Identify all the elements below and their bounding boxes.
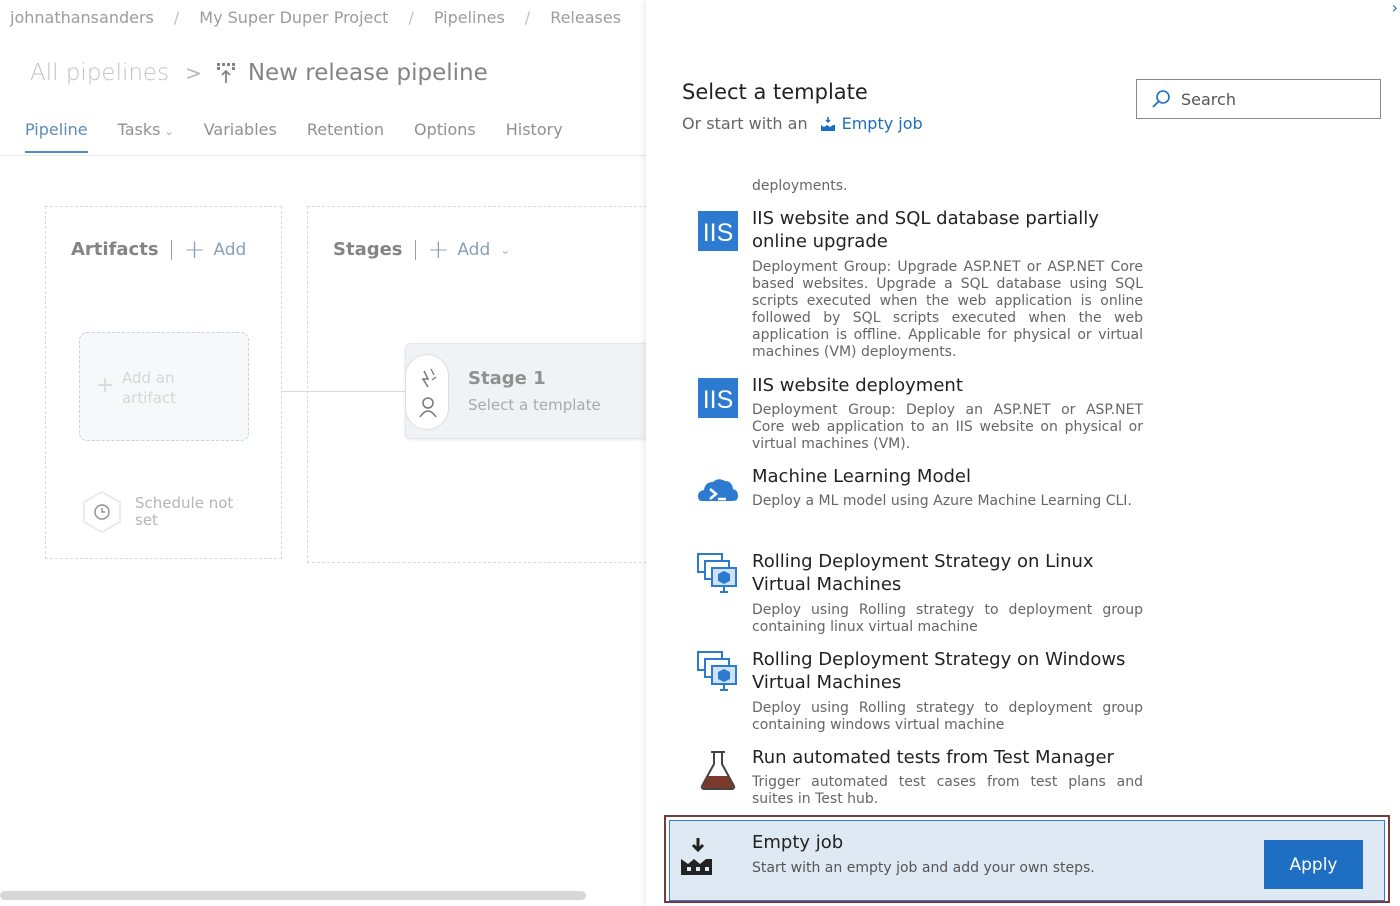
template-desc: Deploy using Rolling strategy to deploym… (752, 602, 1143, 635)
artifacts-title: Artifacts (71, 239, 159, 260)
add-artifact-label: Add an artifact (122, 369, 177, 407)
chevron-right-icon: > (185, 61, 202, 85)
plus-icon: + (427, 234, 450, 265)
divider (170, 239, 172, 260)
schedule-trigger[interactable]: Schedule not set (81, 490, 245, 534)
release-pipeline-icon (216, 63, 235, 83)
breadcrumb-item-releases[interactable]: Releases (550, 8, 621, 27)
add-artifact-button[interactable]: + Add (183, 234, 247, 265)
stage-subtitle: Select a template (468, 396, 601, 414)
panel-title: Select a template (682, 80, 868, 104)
template-name: Machine Learning Model (752, 466, 971, 487)
template-name: Rolling Deployment Strategy on Linux Vir… (752, 551, 1094, 595)
or-start-label: Or start with an (682, 114, 808, 133)
empty-job-link[interactable]: Empty job (820, 114, 923, 133)
title-bar: All pipelines > New release pipeline (30, 60, 488, 86)
empty-job-icon (820, 116, 835, 131)
pipeline-tabs: Pipeline Tasks ⌄ Variables Retention Opti… (25, 120, 593, 153)
template-desc: Deployment Group: Upgrade ASP.NET or ASP… (752, 259, 1143, 360)
all-pipelines-link[interactable]: All pipelines (30, 60, 169, 86)
pipeline-editor: johnathansanders / My Super Duper Project /… (0, 0, 646, 906)
flask-icon (700, 751, 736, 790)
template-name: IIS website deployment (752, 375, 963, 396)
chevron-down-icon: ⌄ (500, 242, 511, 257)
search-icon (1152, 90, 1170, 108)
add-stage-button[interactable]: + Add ⌄ (427, 234, 511, 265)
breadcrumb-separator: / (173, 8, 180, 27)
breadcrumb: johnathansanders / My Super Duper Project /… (10, 8, 621, 27)
tab-pipeline[interactable]: Pipeline (25, 120, 88, 153)
tab-label: Tasks (117, 120, 161, 139)
stages-title: Stages (333, 239, 403, 260)
plus-icon: + (183, 234, 206, 265)
selected-template-desc: Start with an empty job and add your own… (752, 860, 1095, 876)
template-item[interactable]: Rolling Deployment Strategy on Linux Vir… (696, 550, 1156, 640)
iis-icon: IIS (698, 378, 738, 418)
template-name: Rolling Deployment Strategy on Windows V… (752, 649, 1126, 693)
artifacts-section: Artifacts + Add + Add an artifact Schedul… (45, 206, 282, 559)
breadcrumb-separator: / (524, 8, 531, 27)
horizontal-scrollbar[interactable] (0, 891, 586, 900)
svg-text:IIS: IIS (703, 386, 734, 414)
add-label: Add (457, 239, 491, 260)
pre-deployment-conditions-icon (419, 368, 437, 418)
template-desc: Deployment Group: Deploy an ASP.NET or A… (752, 402, 1143, 452)
breadcrumb-item-pipelines[interactable]: Pipelines (434, 8, 505, 27)
divider (414, 239, 416, 260)
plus-icon: + (96, 373, 115, 398)
template-name: IIS website and SQL database partially o… (752, 208, 1099, 252)
template-desc: Deploy a ML model using Azure Machine Le… (752, 493, 1132, 509)
svg-text:IIS: IIS (703, 219, 734, 247)
tab-label: Variables (203, 120, 277, 139)
tab-options[interactable]: Options (414, 120, 476, 151)
stage-name: Stage 1 (468, 368, 546, 389)
search-placeholder: Search (1181, 89, 1236, 109)
azure-ml-icon (698, 479, 738, 501)
artifacts-header: Artifacts + Add (71, 234, 247, 265)
empty-job-icon (681, 838, 712, 875)
tab-label: Options (414, 120, 476, 139)
stage-card[interactable]: Stage 1 Select a template (405, 343, 646, 439)
close-icon[interactable]: › (1392, 0, 1398, 17)
template-item[interactable]: Rolling Deployment Strategy on Windows V… (696, 648, 1156, 738)
template-item[interactable]: IIS IIS website and SQL database partial… (696, 207, 1156, 365)
vm-group-icon (697, 553, 737, 593)
add-label: Add (213, 239, 247, 260)
template-name: Run automated tests from Test Manager (752, 747, 1114, 768)
template-item[interactable]: Machine Learning Model Deploy a ML model… (696, 465, 1156, 525)
page-title[interactable]: New release pipeline (248, 60, 488, 86)
stage-conditions-pill[interactable] (405, 354, 449, 430)
tab-label: History (505, 120, 563, 139)
tab-history[interactable]: History (506, 120, 563, 151)
template-item[interactable]: IIS IIS website deployment Deployment Gr… (696, 374, 1156, 454)
tab-label: Pipeline (25, 120, 88, 139)
selected-template-name: Empty job (752, 832, 844, 853)
breadcrumb-item-project[interactable]: My Super Duper Project (199, 8, 388, 27)
tab-retention[interactable]: Retention (307, 120, 384, 151)
stages-header: Stages + Add ⌄ (333, 234, 511, 265)
or-start-row: Or start with an Empty job (682, 114, 923, 133)
tab-variables[interactable]: Variables (204, 120, 277, 151)
apply-button[interactable]: Apply (1264, 840, 1363, 889)
breadcrumb-item-org[interactable]: johnathansanders (10, 8, 154, 27)
tab-divider (0, 155, 646, 156)
add-artifact-card[interactable]: + Add an artifact (79, 332, 249, 441)
schedule-label: Schedule not set (135, 494, 234, 529)
template-desc-fragment: deployments. (752, 178, 848, 194)
chevron-down-icon: ⌄ (164, 125, 174, 138)
empty-job-link-label: Empty job (841, 114, 923, 133)
template-item[interactable]: Run automated tests from Test Manager Tr… (696, 746, 1156, 812)
tab-tasks[interactable]: Tasks ⌄ (118, 120, 174, 151)
template-panel: › Select a template Or start with an Emp… (646, 0, 1400, 906)
tab-label: Retention (306, 120, 384, 139)
vm-group-icon (697, 651, 737, 691)
template-desc: Trigger automated test cases from test p… (752, 774, 1143, 807)
template-desc: Deploy using Rolling strategy to deploym… (752, 700, 1143, 733)
breadcrumb-separator: / (408, 8, 414, 27)
search-input[interactable]: Search (1136, 79, 1381, 119)
clock-icon (83, 491, 121, 533)
iis-icon: IIS (698, 211, 738, 251)
